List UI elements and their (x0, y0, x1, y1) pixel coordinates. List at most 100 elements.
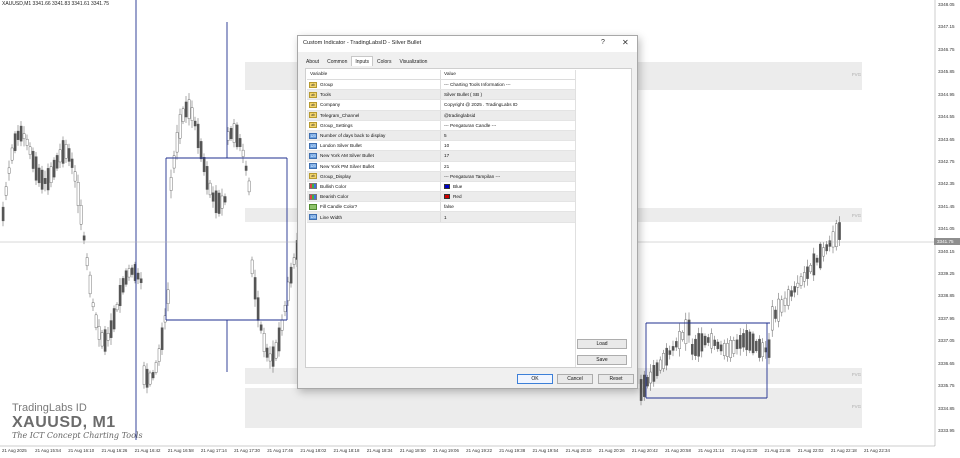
chart-header: XAUUSD,M1 3341.66 3341.83 3341.61 3341.7… (2, 1, 110, 7)
candle-body (783, 297, 787, 306)
value-cell[interactable]: --- Pengaturan Candle --- (441, 121, 496, 130)
help-icon[interactable]: ? (601, 39, 605, 46)
time-tick-label: 21 Aug 21:46 (764, 448, 791, 453)
price-tick-label: 3342.75 (938, 158, 955, 164)
candle-body (220, 195, 224, 209)
value-cell[interactable]: 21 (441, 162, 449, 171)
table-row[interactable]: Bullish Color Blue (307, 181, 575, 193)
table-row[interactable]: ab Group --- Charting Tools Information --… (307, 80, 575, 91)
column-header-value[interactable]: Value (441, 70, 456, 79)
candle-body (142, 365, 146, 385)
tab-common[interactable]: Common (323, 56, 351, 66)
price-tick-label: 3342.35 (938, 181, 955, 187)
price-tick-label: 3339.25 (938, 271, 955, 277)
table-row[interactable]: Fill Candle Color? false (307, 202, 575, 213)
candle-body (151, 372, 155, 379)
time-tick-label: 21 Aug 17:46 (267, 448, 294, 453)
zone-tag-label: FVG (852, 372, 862, 377)
candle-body (280, 319, 284, 331)
table-row[interactable]: ab Tools Silver Bullet ( SB ) (307, 90, 575, 101)
save-button[interactable]: Save (577, 355, 627, 365)
candle-body (292, 257, 296, 265)
candle-body (662, 352, 665, 369)
value-cell[interactable]: @tradinglabsid (441, 111, 475, 120)
ok-button[interactable]: OK (517, 374, 553, 384)
close-icon[interactable]: ✕ (622, 38, 629, 47)
candle-body (7, 167, 11, 174)
table-row[interactable]: ab Company Copyright @ 2025 . TradingLabs … (307, 100, 575, 111)
cancel-button[interactable]: Cancel (557, 374, 593, 384)
candle-body (796, 282, 800, 288)
candle-body (46, 168, 50, 191)
candle-body (109, 320, 113, 338)
variable-cell: 123 London Silver Bullet (307, 141, 441, 151)
candle-body (91, 302, 95, 308)
candle-body (28, 146, 32, 155)
table-row[interactable]: 123 Number of days back to display 5 (307, 130, 575, 142)
column-header-variable[interactable]: Variable (307, 70, 441, 79)
candle-body (262, 333, 266, 352)
time-tick-label: 21 Aug 20:42 (631, 448, 658, 453)
dialog-titlebar[interactable]: Custom Indicator - TradingLabsID - Silve… (298, 36, 637, 52)
tab-inputs[interactable]: Inputs (351, 56, 373, 66)
value-cell[interactable]: 10 (441, 141, 449, 150)
value-cell[interactable]: Silver Bullet ( SB ) (441, 90, 482, 99)
candle-body (247, 180, 251, 193)
candle-body (16, 130, 20, 140)
parameter-value: 5 (444, 133, 447, 139)
value-cell[interactable]: Copyright @ 2025 . TradingLabs ID (441, 100, 518, 109)
value-cell[interactable]: 17 (441, 151, 449, 160)
variable-name: New York PM Silver Bullet (320, 163, 375, 169)
candle-body (58, 149, 62, 163)
value-cell[interactable]: --- Charting Tools Information --- (441, 80, 511, 89)
candle-body (639, 379, 643, 401)
value-cell[interactable]: 5 (441, 131, 447, 140)
variable-cell: 123 Line Width (307, 212, 441, 222)
value-cell[interactable]: --- Pengaturan Tampilan --- (441, 172, 500, 181)
reset-button[interactable]: Reset (598, 374, 634, 384)
tab-about[interactable]: About (302, 56, 323, 66)
variable-cell: ab Group_Settings (307, 120, 441, 130)
custom-indicator-dialog: Custom Indicator - TradingLabsID - Silve… (297, 35, 638, 389)
value-cell[interactable]: false (441, 202, 454, 211)
candle-body (729, 340, 732, 358)
time-tick-label: 21 Aug 18:02 (300, 448, 327, 453)
number-param-icon: 123 (309, 142, 317, 149)
parameter-value: @tradinglabsid (444, 112, 476, 118)
price-tick-label: 3348.05 (938, 2, 955, 7)
candle-body (707, 337, 710, 343)
price-tick-label: 3335.75 (938, 383, 955, 389)
table-row[interactable]: ab Group_Display --- Pengaturan Tampilan -… (307, 171, 575, 182)
table-row[interactable]: 123 London Silver Bullet 10 (307, 141, 575, 152)
candle-body (277, 327, 281, 352)
time-tick-label: 21 Aug 20:10 (565, 448, 592, 453)
price-tick-label: 3341.05 (938, 226, 955, 232)
value-cell[interactable]: 1 (441, 212, 447, 221)
load-button[interactable]: Load (577, 339, 627, 349)
table-row[interactable]: 123 New York PM Silver Bullet 21 (307, 161, 575, 172)
parameter-value: Blue (453, 183, 463, 189)
value-cell[interactable]: Blue (441, 182, 462, 191)
candle-body (235, 124, 239, 148)
string-param-icon: ab (309, 173, 317, 180)
candle-body (244, 165, 248, 171)
candle-body (739, 335, 742, 349)
time-tick-label: 21 Aug 22:18 (830, 448, 857, 453)
watermark-symbol: XAUUSD, M1 (12, 414, 116, 431)
zone-tag-label: FVG (852, 72, 862, 77)
tab-visualization[interactable]: Visualization (395, 56, 431, 66)
variable-cell: Fill Candle Color? (307, 202, 441, 212)
table-row[interactable]: ab Telegram_Channel @tradinglabsid (307, 110, 575, 121)
time-tick-label: 21 Aug 19:38 (499, 448, 526, 453)
table-row[interactable]: ab Group_Settings --- Pengaturan Candle --… (307, 120, 575, 131)
table-row[interactable]: 123 New York AM Silver Bullet 17 (307, 151, 575, 162)
value-cell[interactable]: Red (441, 192, 462, 201)
watermark-brand: TradingLabs ID (12, 402, 87, 414)
candle-body (148, 372, 152, 385)
table-row[interactable]: Bearish Color Red (307, 192, 575, 203)
candle-body (659, 359, 662, 371)
table-row[interactable]: 123 Line Width 1 (307, 212, 575, 223)
tab-colors[interactable]: Colors (373, 56, 395, 66)
color-param-icon (309, 193, 317, 200)
time-tick-label: 21 Aug 17:14 (200, 448, 227, 453)
